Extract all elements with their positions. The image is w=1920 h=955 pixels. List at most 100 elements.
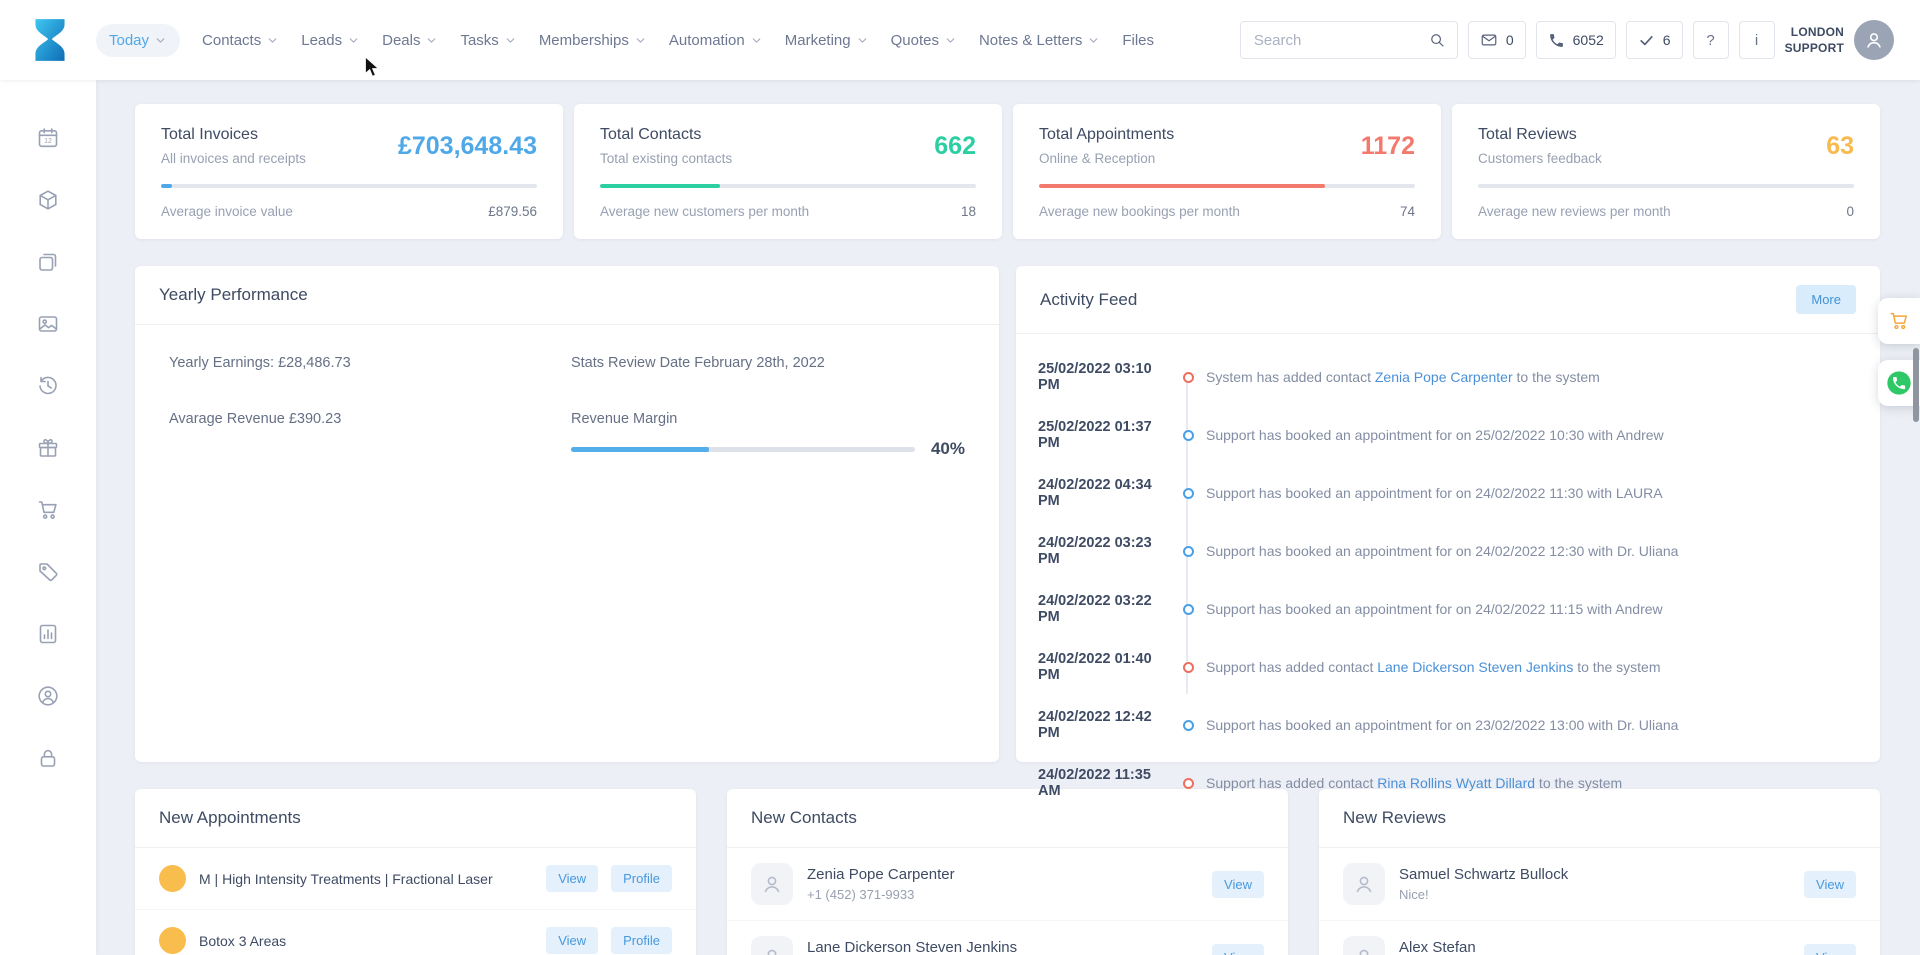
person-icon — [1352, 872, 1376, 896]
contact-link[interactable]: Zenia Pope Carpenter — [1375, 369, 1513, 385]
question-icon: ? — [1706, 32, 1714, 49]
sidebar-item-packages[interactable] — [36, 188, 60, 212]
nav-item-label: Memberships — [539, 32, 629, 49]
more-button[interactable]: More — [1796, 285, 1856, 314]
nav-item-today[interactable]: Today — [96, 24, 180, 57]
sidebar-item-reports[interactable] — [36, 622, 60, 646]
revenue-margin-block: Revenue Margin 40% — [571, 411, 965, 459]
main-content: Total Invoices All invoices and receipts… — [96, 80, 1920, 955]
view-button[interactable]: View — [546, 927, 598, 954]
calls-counter[interactable]: 6052 — [1536, 21, 1616, 59]
user-avatar[interactable] — [1854, 20, 1894, 60]
contact-avatar — [751, 863, 793, 905]
view-button[interactable]: View — [1212, 871, 1264, 898]
activity-dot — [1183, 546, 1194, 557]
cart-icon — [1888, 310, 1910, 332]
activity-item: 24/02/2022 03:22 PM Support has booked a… — [1038, 580, 1854, 638]
gift-icon — [36, 436, 60, 460]
message-text: to the system — [1513, 369, 1600, 385]
check-icon — [1638, 32, 1655, 49]
nav-item-quotes[interactable]: Quotes — [891, 32, 957, 49]
activity-feed-card: Activity Feed More 25/02/2022 03:10 PM S… — [1016, 266, 1880, 762]
view-button[interactable]: View — [546, 865, 598, 892]
contact-avatar — [751, 936, 793, 955]
nav-item-label: Automation — [669, 32, 745, 49]
nav-item-label: Quotes — [891, 32, 939, 49]
new-appointments-card: New Appointments M | High Intensity Trea… — [135, 789, 696, 955]
activity-message: Support has booked an appointment for on… — [1206, 427, 1664, 443]
tasks-counter[interactable]: 6 — [1626, 21, 1683, 59]
cart-float-button[interactable] — [1878, 298, 1920, 344]
nav-item-marketing[interactable]: Marketing — [785, 32, 869, 49]
activity-timeline: 25/02/2022 03:10 PM System has added con… — [1016, 334, 1880, 812]
nav-item-deals[interactable]: Deals — [382, 32, 438, 49]
messages-counter[interactable]: 0 — [1468, 21, 1526, 59]
sidebar-item-copy[interactable] — [36, 250, 60, 274]
review-comment: Nice! — [1399, 887, 1790, 902]
activity-message: Support has booked an appointment for on… — [1206, 601, 1663, 617]
copy-icon — [36, 250, 60, 274]
nav-item-automation[interactable]: Automation — [669, 32, 763, 49]
stats-row: Total Invoices All invoices and receipts… — [135, 104, 1880, 239]
sidebar-item-clients[interactable] — [36, 684, 60, 708]
nav-item-notes-letters[interactable]: Notes & Letters — [979, 32, 1100, 49]
view-button[interactable]: View — [1212, 944, 1264, 955]
contact-phone: +1 (452) 371-9933 — [807, 887, 1198, 902]
stat-footer-value: 74 — [1400, 204, 1415, 219]
activity-dot — [1183, 372, 1194, 383]
review-row: Alex Stefan View — [1319, 921, 1880, 955]
review-row: Samuel Schwartz Bullock Nice! View — [1319, 848, 1880, 921]
contact-link[interactable]: Lane Dickerson Steven Jenkins — [1377, 659, 1573, 675]
scrollbar-thumb[interactable] — [1913, 348, 1919, 422]
nav-item-label: Files — [1122, 32, 1154, 49]
sidebar-item-gifts[interactable] — [36, 436, 60, 460]
stat-subtitle: Online & Reception — [1039, 151, 1174, 166]
stat-footer-label: Average new reviews per month — [1478, 204, 1671, 219]
stat-value: 1172 — [1361, 132, 1415, 161]
activity-message: Support has booked an appointment for on… — [1206, 543, 1678, 559]
activity-item: 24/02/2022 11:35 AM Support has added co… — [1038, 754, 1854, 812]
sidebar-item-cart[interactable] — [36, 498, 60, 522]
info-button[interactable]: i — [1739, 21, 1775, 59]
search-button[interactable] — [1417, 22, 1457, 58]
sidebar-item-history[interactable] — [36, 374, 60, 398]
nav-item-tasks[interactable]: Tasks — [460, 32, 516, 49]
profile-button[interactable]: Profile — [611, 865, 672, 892]
reviewer-name: Samuel Schwartz Bullock — [1399, 866, 1790, 883]
nav-item-files[interactable]: Files — [1122, 32, 1154, 49]
package-icon — [36, 188, 60, 212]
activity-item: 25/02/2022 01:37 PM Support has booked a… — [1038, 406, 1854, 464]
yearly-performance-card: Yearly Performance Yearly Earnings: £28,… — [135, 266, 999, 762]
history-icon — [36, 374, 60, 398]
sidebar-item-lock[interactable] — [36, 746, 60, 770]
location-line2: SUPPORT — [1785, 40, 1844, 56]
help-button[interactable]: ? — [1693, 21, 1729, 59]
stat-card-contacts: Total Contacts Total existing contacts 6… — [574, 104, 1002, 239]
search-icon — [1428, 31, 1446, 49]
activity-dot — [1183, 720, 1194, 731]
view-button[interactable]: View — [1804, 871, 1856, 898]
stat-card-appointments: Total Appointments Online & Reception 11… — [1013, 104, 1441, 239]
activity-time: 24/02/2022 03:23 PM — [1038, 535, 1170, 567]
activity-message: System has added contact Zenia Pope Carp… — [1206, 369, 1600, 385]
average-revenue: Avarage Revenue £390.23 — [169, 411, 571, 427]
new-reviews-card: New Reviews Samuel Schwartz Bullock Nice… — [1319, 789, 1880, 955]
sidebar-item-tags[interactable] — [36, 560, 60, 584]
nav-item-contacts[interactable]: Contacts — [202, 32, 279, 49]
profile-button[interactable]: Profile — [611, 927, 672, 954]
view-button[interactable]: View — [1804, 944, 1856, 955]
contact-link[interactable]: Rina Rollins Wyatt Dillard — [1377, 775, 1535, 791]
sidebar-item-calendar[interactable]: 12 — [36, 126, 60, 150]
message-text: to the system — [1535, 775, 1622, 791]
app-logo[interactable] — [26, 13, 74, 67]
bottom-row: New Appointments M | High Intensity Trea… — [135, 789, 1880, 955]
sidebar-item-photos[interactable] — [36, 312, 60, 336]
card-title: Yearly Performance — [159, 285, 308, 305]
nav-item-label: Marketing — [785, 32, 851, 49]
appointment-row: M | High Intensity Treatments | Fraction… — [135, 848, 696, 910]
message-text: Support has booked an appointment for on… — [1206, 485, 1663, 501]
search-input[interactable] — [1254, 32, 1417, 49]
appointment-label: M | High Intensity Treatments | Fraction… — [199, 871, 533, 887]
nav-item-leads[interactable]: Leads — [301, 32, 360, 49]
nav-item-memberships[interactable]: Memberships — [539, 32, 647, 49]
